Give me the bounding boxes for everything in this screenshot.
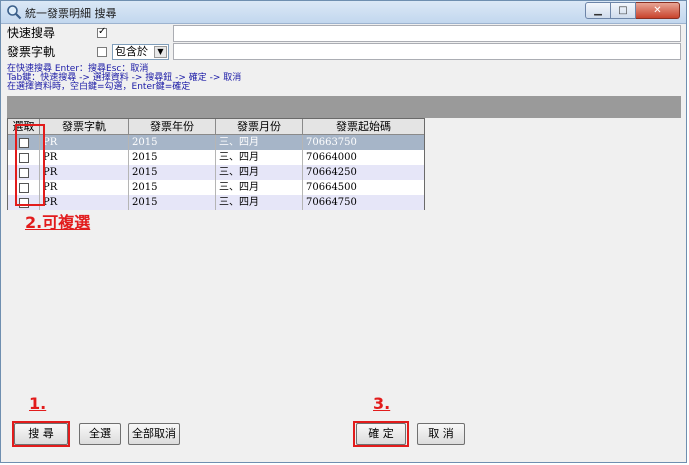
cell-month: 三、四月 — [216, 165, 303, 180]
cell-track: PR — [40, 195, 129, 210]
cell-start-number: 70664750 — [306, 197, 357, 208]
column-header-track[interactable]: 發票字軌 — [40, 119, 129, 134]
window-client-area: 快速搜尋 ✓ 發票字軌 包含於 ▼ 在快速搜尋 Enter：搜尋Esc：取消 T… — [7, 24, 681, 460]
cell-month: 三、四月 — [216, 180, 303, 195]
cell-month: 三、四月 — [216, 150, 303, 165]
close-button[interactable]: ✕ — [636, 2, 680, 19]
quick-search-checkbox[interactable]: ✓ — [97, 26, 107, 38]
ok-button-highlight — [353, 421, 409, 447]
match-mode-select[interactable]: 包含於 ▼ — [112, 44, 169, 60]
search-button-highlight — [12, 421, 70, 447]
cancel-button[interactable]: 取 消 — [417, 423, 465, 445]
cell-track: PR — [40, 135, 129, 150]
match-mode-value: 包含於 — [115, 45, 148, 58]
maximize-button[interactable]: □ — [611, 2, 636, 19]
window-title: 統一發票明細 搜尋 — [25, 7, 117, 20]
table-row[interactable]: PR 2015 三、四月 70664000 — [8, 150, 424, 165]
select-all-button[interactable]: 全選 — [79, 423, 121, 445]
invoice-track-checkbox[interactable] — [97, 47, 107, 57]
cell-start-number: 70664500 — [306, 182, 357, 193]
select-column-highlight — [15, 124, 45, 206]
column-header-year[interactable]: 發票年份 — [129, 119, 216, 134]
cell-year: 2015 — [129, 180, 216, 195]
grid-header: 選取 發票字軌 發票年份 發票月份 發票起始碼 — [8, 119, 424, 135]
cell-month: 三、四月 — [216, 195, 303, 210]
minimize-icon: ▁ — [594, 5, 602, 16]
cell-year: 2015 — [129, 150, 216, 165]
grid-group-bar — [7, 96, 681, 118]
cell-track: PR — [40, 150, 129, 165]
invoice-grid: 選取 發票字軌 發票年份 發票月份 發票起始碼 PR 2015 三、四月 706… — [7, 118, 425, 210]
minimize-button[interactable]: ▁ — [585, 2, 611, 19]
check-mark-icon: ✓ — [98, 26, 107, 37]
hint-line-3: 在選擇資料時，空白鍵=勾選，Enter鍵=確定 — [7, 82, 191, 92]
cell-year: 2015 — [129, 165, 216, 180]
chevron-down-icon[interactable]: ▼ — [154, 46, 167, 58]
column-header-start-number[interactable]: 發票起始碼 — [303, 119, 424, 134]
deselect-all-button[interactable]: 全部取消 — [128, 423, 180, 445]
step-1-annotation: 1. — [29, 394, 47, 413]
cell-track: PR — [40, 180, 129, 195]
quick-search-label: 快速搜尋 — [7, 26, 56, 40]
close-icon: ✕ — [653, 5, 662, 16]
multi-select-annotation: 2.可複選 — [25, 213, 91, 232]
quick-search-input[interactable] — [173, 25, 681, 42]
invoice-track-input[interactable] — [173, 43, 681, 60]
window-controls: ▁ □ ✕ — [585, 2, 680, 20]
table-row[interactable]: PR 2015 三、四月 70663750 — [8, 135, 424, 150]
table-row[interactable]: PR 2015 三、四月 70664750 — [8, 195, 424, 210]
column-header-month[interactable]: 發票月份 — [216, 119, 303, 134]
invoice-track-label: 發票字軌 — [7, 45, 56, 59]
table-row[interactable]: PR 2015 三、四月 70664250 — [8, 165, 424, 180]
cell-year: 2015 — [129, 135, 216, 150]
cell-start-number: 70664250 — [306, 167, 357, 178]
title-bar[interactable]: 統一發票明細 搜尋 ▁ □ ✕ — [1, 1, 686, 24]
table-row[interactable]: PR 2015 三、四月 70664500 — [8, 180, 424, 195]
step-3-annotation: 3. — [373, 394, 391, 413]
cell-start-number: 70663750 — [306, 137, 357, 148]
cell-start-number: 70664000 — [306, 152, 357, 163]
search-window: 統一發票明細 搜尋 ▁ □ ✕ 快速搜尋 ✓ 發票字軌 包含於 ▼ 在快速搜尋 … — [0, 0, 687, 463]
maximize-icon: □ — [618, 5, 628, 16]
cell-year: 2015 — [129, 195, 216, 210]
cell-month: 三、四月 — [216, 135, 303, 150]
cell-track: PR — [40, 165, 129, 180]
magnifier-icon — [7, 5, 22, 20]
